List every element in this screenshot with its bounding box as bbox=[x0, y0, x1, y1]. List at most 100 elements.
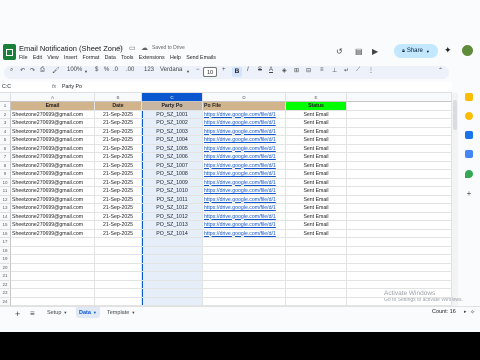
empty-cell[interactable] bbox=[347, 110, 452, 119]
status-cell[interactable]: Sent Email bbox=[286, 119, 347, 128]
date-cell[interactable]: 21-Sep-2025 bbox=[95, 195, 142, 204]
empty-cell[interactable] bbox=[347, 246, 452, 255]
empty-cell[interactable] bbox=[286, 272, 347, 281]
keep-icon[interactable] bbox=[465, 112, 473, 120]
empty-cell[interactable] bbox=[286, 255, 347, 264]
po-file-link[interactable]: https://drive.google.com/file/d/1 bbox=[203, 127, 286, 136]
menu-item-help[interactable]: Help bbox=[170, 55, 181, 63]
row-header[interactable]: 22 bbox=[0, 280, 11, 289]
row-header[interactable]: 16 bbox=[0, 229, 11, 238]
sheet-tab-data[interactable]: Data ▼ bbox=[76, 307, 100, 318]
empty-cell[interactable] bbox=[11, 246, 95, 255]
empty-cell[interactable] bbox=[95, 297, 142, 306]
document-title[interactable]: Email Notification (Sheet Zone) bbox=[19, 44, 123, 53]
header-cell-party-po[interactable]: Party Po bbox=[142, 102, 203, 111]
email-cell[interactable]: Sheetzone270699@gmail.com bbox=[11, 221, 95, 230]
header-cell-po-file[interactable]: Po File bbox=[203, 102, 286, 111]
date-cell[interactable]: 21-Sep-2025 bbox=[95, 110, 142, 119]
empty-cell[interactable] bbox=[11, 289, 95, 298]
party-po-cell[interactable]: PO_SZ_1001 bbox=[142, 110, 203, 119]
empty-cell[interactable] bbox=[142, 255, 203, 264]
party-po-cell[interactable]: PO_SZ_1002 bbox=[142, 119, 203, 128]
status-cell[interactable]: Sent Email bbox=[286, 136, 347, 145]
plus-icon[interactable]: + bbox=[15, 309, 20, 319]
po-file-link[interactable]: https://drive.google.com/file/d/1 bbox=[203, 144, 286, 153]
more-formats-button[interactable]: 123 bbox=[144, 67, 154, 73]
empty-cell[interactable] bbox=[203, 280, 286, 289]
date-cell[interactable]: 21-Sep-2025 bbox=[95, 161, 142, 170]
horizontal-align-icon[interactable]: ≡ bbox=[320, 67, 324, 73]
date-cell[interactable]: 21-Sep-2025 bbox=[95, 187, 142, 196]
status-cell[interactable]: Sent Email bbox=[286, 195, 347, 204]
row-header[interactable]: 6 bbox=[0, 144, 11, 153]
row-header[interactable]: 5 bbox=[0, 136, 11, 145]
explore-icon[interactable]: ✧ bbox=[470, 309, 475, 316]
row-header[interactable]: 2 bbox=[0, 110, 11, 119]
date-cell[interactable]: 21-Sep-2025 bbox=[95, 136, 142, 145]
column-header-b[interactable]: B bbox=[95, 93, 142, 102]
empty-cell[interactable] bbox=[347, 255, 452, 264]
email-cell[interactable]: Sheetzone270699@gmail.com bbox=[11, 153, 95, 162]
email-cell[interactable]: Sheetzone270699@gmail.com bbox=[11, 110, 95, 119]
menu-item-view[interactable]: View bbox=[47, 55, 58, 63]
text-rotation-icon[interactable]: ⟋ bbox=[356, 67, 360, 74]
empty-cell[interactable] bbox=[347, 119, 452, 128]
menu-item-format[interactable]: Format bbox=[83, 55, 100, 63]
date-cell[interactable]: 21-Sep-2025 bbox=[95, 178, 142, 187]
party-po-cell[interactable]: PO_SZ_1014 bbox=[142, 229, 203, 238]
empty-cell[interactable] bbox=[347, 127, 452, 136]
row-header[interactable]: 24 bbox=[0, 297, 11, 306]
menu-item-data[interactable]: Data bbox=[105, 55, 116, 63]
undo-icon[interactable]: ↶ bbox=[20, 67, 25, 74]
po-file-link[interactable]: https://drive.google.com/file/d/1 bbox=[203, 119, 286, 128]
row-header[interactable]: 18 bbox=[0, 246, 11, 255]
font-size-increase-button[interactable]: + bbox=[222, 67, 226, 73]
status-cell[interactable]: Sent Email bbox=[286, 229, 347, 238]
borders-icon[interactable]: ⊞ bbox=[294, 67, 299, 74]
status-cell[interactable]: Sent Email bbox=[286, 204, 347, 213]
party-po-cell[interactable]: PO_SZ_1012 bbox=[142, 212, 203, 221]
percent-format-button[interactable]: % bbox=[104, 67, 109, 73]
date-cell[interactable]: 21-Sep-2025 bbox=[95, 221, 142, 230]
email-cell[interactable]: Sheetzone270699@gmail.com bbox=[11, 144, 95, 153]
empty-cell[interactable] bbox=[203, 255, 286, 264]
search-menus-icon[interactable]: ⌕ bbox=[10, 67, 13, 74]
row-header[interactable]: 17 bbox=[0, 238, 11, 247]
menu-icon[interactable]: ≡ bbox=[30, 309, 35, 318]
contacts-icon[interactable] bbox=[465, 150, 473, 158]
paint-format-icon[interactable]: 🖌︎ bbox=[52, 67, 60, 74]
menu-item-tools[interactable]: Tools bbox=[121, 55, 133, 63]
increase-decimal-button[interactable]: .00 bbox=[126, 67, 134, 73]
status-cell[interactable]: Sent Email bbox=[286, 110, 347, 119]
date-cell[interactable]: 21-Sep-2025 bbox=[95, 170, 142, 179]
date-cell[interactable]: 21-Sep-2025 bbox=[95, 229, 142, 238]
select-all-corner[interactable] bbox=[0, 93, 11, 102]
star-icon[interactable]: ☆ bbox=[117, 44, 123, 52]
empty-cell[interactable] bbox=[11, 297, 95, 306]
empty-cell[interactable] bbox=[347, 178, 452, 187]
tasks-icon[interactable] bbox=[465, 131, 473, 139]
empty-cell[interactable] bbox=[203, 297, 286, 306]
sheet-tab-setup[interactable]: Setup ▼ bbox=[44, 307, 70, 318]
empty-cell[interactable] bbox=[142, 246, 203, 255]
status-cell[interactable]: Sent Email bbox=[286, 144, 347, 153]
empty-cell[interactable] bbox=[95, 272, 142, 281]
empty-cell[interactable] bbox=[142, 263, 203, 272]
chevron-down-icon[interactable]: ▼ bbox=[93, 310, 97, 315]
party-po-cell[interactable]: PO_SZ_1012 bbox=[142, 204, 203, 213]
row-header[interactable]: 20 bbox=[0, 263, 11, 272]
email-cell[interactable]: Sheetzone270699@gmail.com bbox=[11, 195, 95, 204]
menu-item-insert[interactable]: Insert bbox=[64, 55, 77, 63]
menu-item-file[interactable]: File bbox=[19, 55, 28, 63]
empty-cell[interactable] bbox=[347, 280, 452, 289]
row-header[interactable]: 21 bbox=[0, 272, 11, 281]
collapse-menus-icon[interactable]: ⌃ bbox=[438, 67, 443, 74]
decrease-decimal-button[interactable]: .0 bbox=[113, 67, 118, 73]
fill-color-icon[interactable]: ◈ bbox=[282, 67, 287, 74]
font-size-decrease-button[interactable]: − bbox=[196, 67, 200, 73]
empty-cell[interactable] bbox=[11, 272, 95, 281]
empty-cell[interactable] bbox=[286, 297, 347, 306]
party-po-cell[interactable]: PO_SZ_1010 bbox=[142, 187, 203, 196]
empty-cell[interactable] bbox=[203, 246, 286, 255]
status-cell[interactable]: Sent Email bbox=[286, 153, 347, 162]
